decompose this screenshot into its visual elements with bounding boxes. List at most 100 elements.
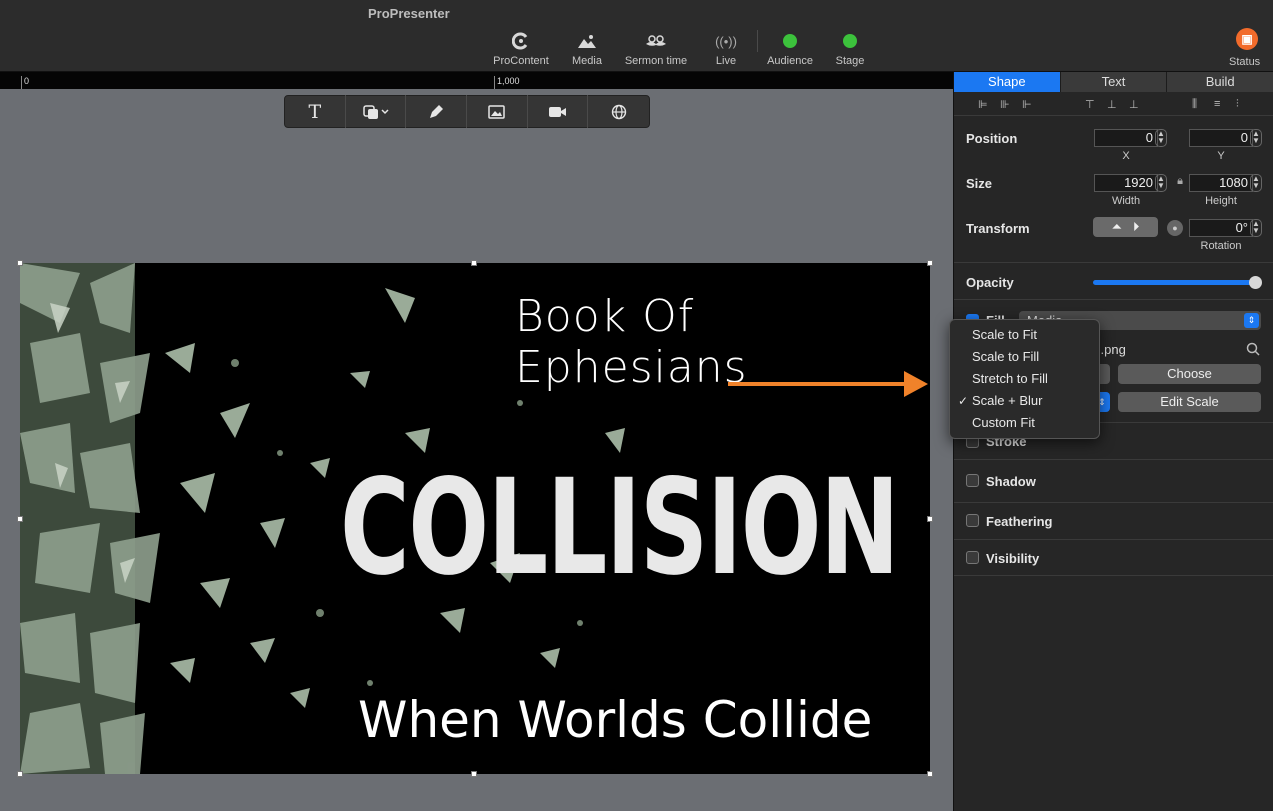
size-label: Size	[966, 176, 993, 191]
menu-item-stretch-to-fill[interactable]: Stretch to Fill	[950, 368, 1099, 390]
broadcast-icon: ((•))	[715, 33, 737, 49]
resize-handle[interactable]	[17, 771, 23, 777]
resize-handle[interactable]	[17, 260, 23, 266]
feathering-label: Feathering	[986, 514, 1053, 529]
menu-item-label: Scale to Fit	[972, 327, 1038, 342]
slide-footer-text: When Worlds Collide	[358, 691, 873, 749]
menu-item-scale-to-fit[interactable]: Scale to Fit	[950, 324, 1099, 346]
toolbar-stage-label: Stage	[835, 55, 865, 67]
size-height-stepper[interactable]: ▲ ▼	[1250, 174, 1262, 192]
align-bottom-icon[interactable]: ⊥	[1129, 98, 1139, 111]
rotation-stepper[interactable]: ▲ ▼	[1250, 219, 1262, 237]
align-middle-icon[interactable]: ⊥	[1107, 98, 1117, 111]
opacity-slider-thumb[interactable]	[1249, 276, 1262, 289]
flip-horizontal-icon[interactable]: ⏵	[1133, 219, 1140, 234]
rotation-label: Rotation	[1200, 240, 1242, 252]
pen-tool-icon[interactable]	[406, 95, 468, 128]
toolbar-stage-button[interactable]: Stage	[815, 30, 885, 67]
slide-title: COLLISION	[340, 451, 900, 605]
status-label: Status	[1229, 56, 1261, 68]
choose-button[interactable]: Choose	[1118, 364, 1261, 384]
image-tool-icon[interactable]	[467, 95, 528, 128]
position-x-field[interactable]: 0	[1094, 129, 1158, 147]
mustache-icon	[621, 30, 691, 52]
edit-scale-button[interactable]: Edit Scale	[1118, 392, 1261, 412]
align-center-icon[interactable]: ⊪	[1000, 98, 1010, 111]
ruler-label-1000: 1,000	[497, 76, 520, 86]
toolbar-sermon-time-label: Sermon time	[624, 55, 688, 67]
media-icon	[552, 30, 622, 52]
resize-handle[interactable]	[927, 771, 933, 777]
size-height-label: Height	[1205, 195, 1237, 207]
position-y-stepper[interactable]: ▲ ▼	[1250, 129, 1262, 147]
shadow-checkbox[interactable]	[966, 474, 979, 487]
size-width-stepper[interactable]: ▲ ▼	[1155, 174, 1167, 192]
resize-handle[interactable]	[471, 260, 477, 266]
toolbar-media-label: Media	[572, 55, 602, 67]
flip-buttons[interactable]: ⏶ ⏵	[1093, 217, 1158, 237]
shape-tool-icon[interactable]	[346, 95, 407, 128]
menu-item-label: Scale + Blur	[972, 393, 1043, 408]
menu-item-scale-blur[interactable]: ✓ Scale + Blur	[950, 390, 1099, 412]
menu-item-label: Custom Fit	[972, 415, 1035, 430]
chevron-updown-icon: ⇕	[1244, 313, 1259, 328]
tab-build[interactable]: Build	[1167, 72, 1273, 92]
video-tool-icon[interactable]	[528, 95, 589, 128]
resize-handle[interactable]	[927, 516, 933, 522]
toolbar-live-button[interactable]: ((•)) Live	[691, 30, 761, 68]
annotation-arrow-icon	[728, 371, 928, 397]
menu-item-custom-fit[interactable]: Custom Fit	[950, 412, 1099, 434]
toolbar: ProPresenter ProContent Media Sermon tim…	[0, 0, 1273, 72]
inspector-panel: Shape Text Build ⊫ ⊪ ⊩ ⊤ ⊥ ⊥ ⫼ ≡ ⫶ Posit…	[953, 72, 1273, 811]
flip-vertical-icon[interactable]: ⏶	[1112, 219, 1122, 234]
position-x-label: X	[1122, 150, 1130, 162]
menu-item-scale-to-fill[interactable]: Scale to Fill	[950, 346, 1099, 368]
checkmark-icon: ✓	[958, 394, 969, 408]
transform-label: Transform	[966, 221, 1030, 236]
status-icon[interactable]: ▣	[1236, 28, 1258, 50]
toolbar-media-button[interactable]: Media	[552, 30, 622, 67]
rotation-field[interactable]: 0°	[1189, 219, 1253, 237]
toolbar-sermon-time-button[interactable]: Sermon time	[621, 30, 691, 67]
tab-text[interactable]: Text	[1060, 72, 1168, 92]
lock-icon[interactable]: 🔒︎	[1175, 175, 1185, 188]
tab-shape[interactable]: Shape	[954, 72, 1061, 92]
distribute-spacing-icon[interactable]: ⫶	[1236, 98, 1239, 111]
size-height-field[interactable]: 1080	[1189, 174, 1253, 192]
ruler: 0 1,000	[0, 72, 953, 89]
scale-mode-menu: Scale to Fit Scale to Fill Stretch to Fi…	[949, 319, 1100, 439]
text-tool-icon[interactable]: T	[285, 95, 346, 128]
search-icon[interactable]	[1246, 342, 1260, 359]
procontent-icon	[486, 30, 556, 52]
position-x-stepper[interactable]: ▲ ▼	[1155, 129, 1167, 147]
rotation-knob[interactable]: ●	[1167, 220, 1183, 236]
opacity-slider[interactable]	[1093, 280, 1255, 285]
toolbar-procontent-button[interactable]: ProContent	[486, 30, 556, 67]
visibility-label: Visibility	[986, 551, 1040, 566]
visibility-checkbox[interactable]	[966, 551, 979, 564]
app-title: ProPresenter	[368, 6, 450, 21]
distribute-horizontal-icon[interactable]: ⫼	[1192, 98, 1197, 111]
align-left-icon[interactable]: ⊫	[978, 98, 988, 111]
resize-handle[interactable]	[471, 771, 477, 777]
toolbar-live-label: Live	[715, 55, 737, 67]
distribute-vertical-icon[interactable]: ≡	[1214, 98, 1220, 110]
stage-status-indicator	[843, 34, 857, 48]
position-y-field[interactable]: 0	[1189, 129, 1253, 147]
web-tool-icon[interactable]	[588, 95, 649, 128]
resize-handle[interactable]	[17, 516, 23, 522]
ruler-label-0: 0	[24, 76, 30, 86]
feathering-checkbox[interactable]	[966, 514, 979, 527]
resize-handle[interactable]	[927, 260, 933, 266]
audience-status-indicator	[783, 34, 797, 48]
size-width-field[interactable]: 1920	[1094, 174, 1158, 192]
align-right-icon[interactable]: ⊩	[1022, 98, 1032, 111]
alignment-controls: ⊫ ⊪ ⊩ ⊤ ⊥ ⊥ ⫼ ≡ ⫶	[954, 94, 1273, 116]
position-label: Position	[966, 131, 1018, 146]
editor-toolbar: T	[284, 95, 650, 128]
slide-preview[interactable]: Book Of Ephesians COLLISION When Worlds …	[20, 263, 930, 774]
align-top-icon[interactable]: ⊤	[1085, 98, 1095, 111]
position-y-label: Y	[1217, 150, 1225, 162]
opacity-label: Opacity	[966, 275, 1014, 290]
size-width-label: Width	[1111, 195, 1141, 207]
